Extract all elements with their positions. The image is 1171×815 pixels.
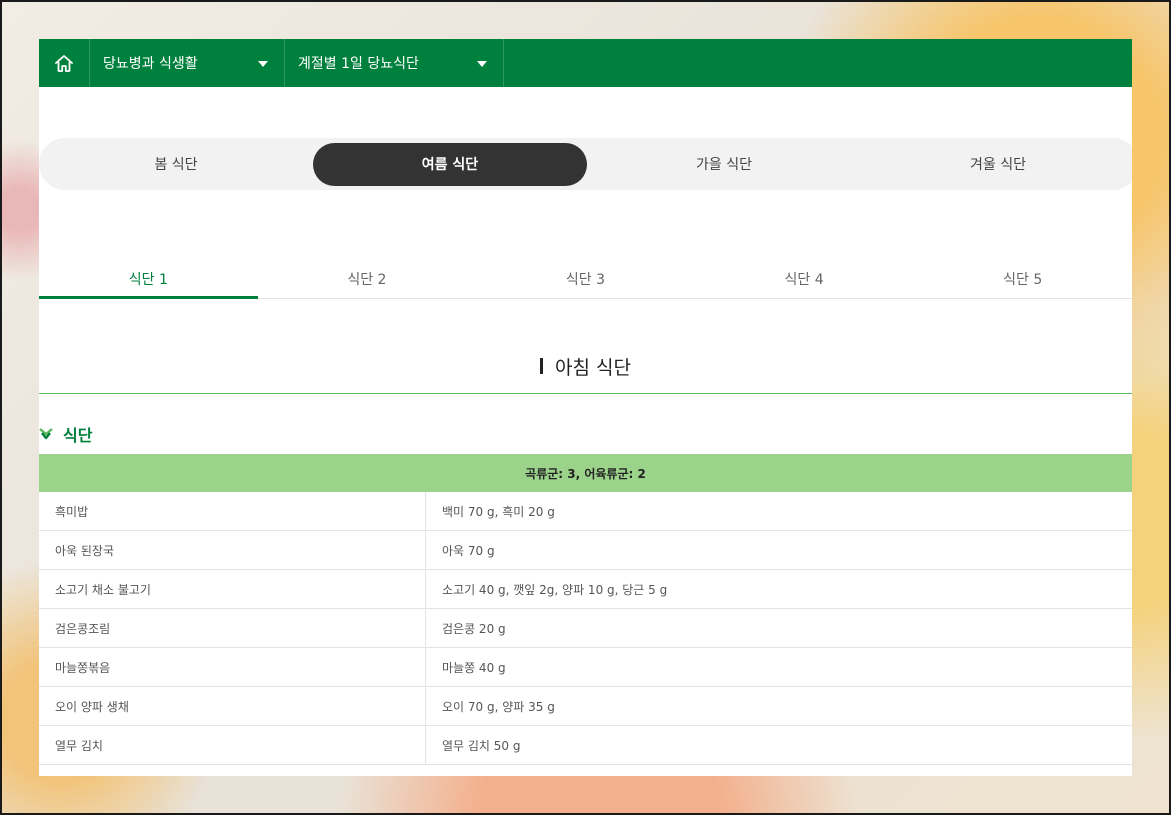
- meal-plan-tabs: 식단 1 식단 2 식단 3 식단 4 식단 5: [39, 261, 1132, 299]
- tab-meal-3[interactable]: 식단 3: [476, 261, 695, 298]
- nav-dropdown-diabetes-diet[interactable]: 당뇨병과 식생활: [90, 39, 285, 87]
- dish-name: 흑미밥: [39, 492, 426, 530]
- top-navigation: 당뇨병과 식생활 계절별 1일 당뇨식단: [39, 39, 1132, 87]
- table-row: 아욱 된장국 아욱 70 g: [39, 531, 1132, 570]
- sub-heading: 식단: [39, 422, 92, 446]
- dish-ingredients: 열무 김치 50 g: [442, 738, 521, 753]
- title-bar-marker: [540, 358, 544, 374]
- nav-dropdown-label: 계절별 1일 당뇨식단: [298, 56, 419, 72]
- content-panel: 당뇨병과 식생활 계절별 1일 당뇨식단 봄 식단 여름 식단 가을 식단 겨울…: [39, 39, 1132, 776]
- tab-autumn[interactable]: 가을 식단: [587, 143, 861, 186]
- tab-meal-4[interactable]: 식단 4: [695, 261, 914, 298]
- table-header: 곡류군: 3, 어육류군: 2: [39, 454, 1132, 492]
- tab-meal-1[interactable]: 식단 1: [39, 261, 258, 299]
- tab-spring[interactable]: 봄 식단: [39, 143, 313, 186]
- season-tabs: 봄 식단 여름 식단 가을 식단 겨울 식단: [39, 138, 1132, 190]
- caret-down-icon: [477, 61, 487, 67]
- table-row: 검은콩조림 검은콩 20 g: [39, 609, 1132, 648]
- sub-heading-label: 식단: [63, 426, 93, 445]
- tab-meal-2[interactable]: 식단 2: [258, 261, 477, 298]
- home-icon: [55, 54, 73, 72]
- section-title: 아침 식단: [39, 339, 1132, 394]
- menu-table: 곡류군: 3, 어육류군: 2 흑미밥 백미 70 g, 흑미 20 g 아욱 …: [39, 454, 1132, 765]
- table-row: 흑미밥 백미 70 g, 흑미 20 g: [39, 492, 1132, 531]
- dish-name: 아욱 된장국: [39, 531, 426, 569]
- table-row: 오이 양파 생채 오이 70 g, 양파 35 g: [39, 687, 1132, 726]
- dish-ingredients: 검은콩 20 g: [442, 621, 506, 636]
- dish-ingredients: 아욱 70 g: [442, 543, 495, 558]
- tab-winter[interactable]: 겨울 식단: [861, 143, 1132, 186]
- dish-name: 검은콩조림: [39, 609, 426, 647]
- tab-summer[interactable]: 여름 식단: [313, 142, 587, 186]
- tab-meal-5[interactable]: 식단 5: [913, 261, 1132, 298]
- table-row: 마늘쫑볶음 마늘쫑 40 g: [39, 648, 1132, 687]
- dish-ingredients: 오이 70 g, 양파 35 g: [442, 699, 555, 714]
- dish-name: 오이 양파 생채: [39, 687, 426, 725]
- double-chevron-down-icon: [39, 428, 53, 440]
- dish-name: 소고기 채소 불고기: [39, 570, 426, 608]
- dish-name: 마늘쫑볶음: [39, 648, 426, 686]
- dish-ingredients: 마늘쫑 40 g: [442, 660, 506, 675]
- page-title: 아침 식단: [555, 356, 631, 379]
- table-row: 열무 김치 열무 김치 50 g: [39, 726, 1132, 765]
- nav-dropdown-seasonal-menu[interactable]: 계절별 1일 당뇨식단: [285, 39, 504, 87]
- dish-name: 열무 김치: [39, 726, 426, 764]
- dish-ingredients: 소고기 40 g, 깻잎 2g, 양파 10 g, 당근 5 g: [442, 582, 668, 597]
- home-button[interactable]: [39, 39, 90, 87]
- dish-ingredients: 백미 70 g, 흑미 20 g: [442, 504, 555, 519]
- caret-down-icon: [258, 61, 268, 67]
- nav-dropdown-label: 당뇨병과 식생활: [103, 56, 198, 72]
- table-row: 소고기 채소 불고기 소고기 40 g, 깻잎 2g, 양파 10 g, 당근 …: [39, 570, 1132, 609]
